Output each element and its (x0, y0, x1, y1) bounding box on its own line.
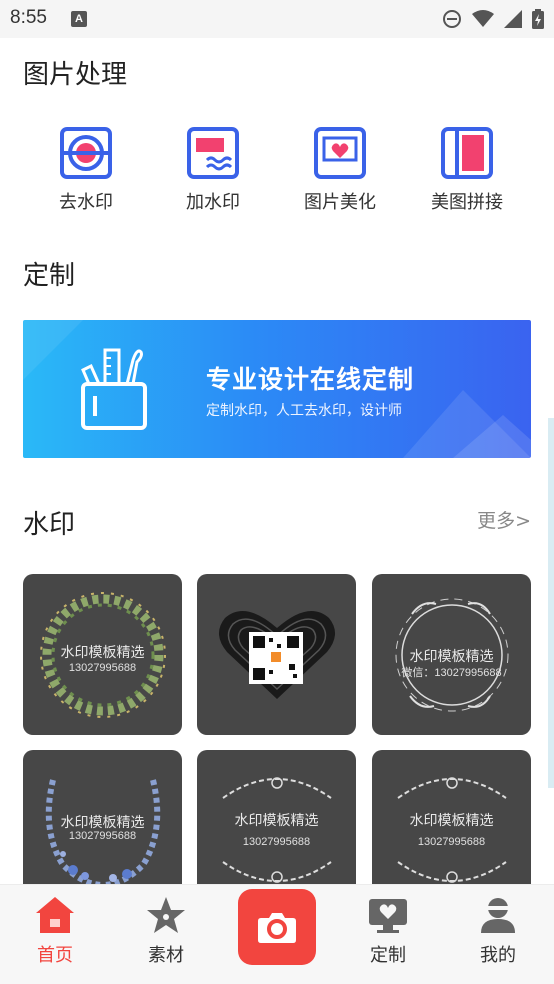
status-bar: 8:55 A (0, 0, 554, 38)
section-title-image-processing: 图片处理 (23, 60, 128, 90)
monitor-heart-icon (369, 899, 407, 933)
card-phone: 13027995688 (417, 836, 486, 848)
scrollbar[interactable] (548, 418, 554, 788)
card-phone: 微信：13027995688 (401, 667, 502, 679)
design-tools-icon (81, 348, 147, 430)
section-title-custom: 定制 (23, 261, 76, 291)
banner-subtitle: 定制水印，人工去水印，设计师 (206, 403, 402, 419)
nav-custom[interactable]: 定制 (343, 895, 433, 967)
card-title: 水印模板精选 (60, 815, 145, 831)
banner-title: 专业设计在线定制 (206, 365, 415, 394)
tool-remove-watermark[interactable]: 去水印 (34, 126, 138, 214)
card-phone: 13027995688 (68, 662, 137, 674)
do-not-disturb-icon (443, 10, 461, 28)
tool-label: 去水印 (59, 192, 113, 213)
custom-design-banner[interactable]: 专业设计在线定制 定制水印，人工去水印，设计师 (23, 320, 531, 458)
star-icon (147, 897, 185, 933)
card-title: 水印模板精选 (60, 645, 145, 661)
add-watermark-icon (187, 127, 239, 179)
nav-label: 素材 (148, 945, 184, 966)
tool-label: 加水印 (186, 192, 240, 213)
beautify-icon (314, 127, 366, 179)
watermark-template-card[interactable] (197, 574, 356, 735)
camera-button[interactable] (238, 889, 316, 965)
nav-label: 我的 (480, 945, 516, 966)
card-phone: 13027995688 (242, 836, 311, 848)
card-title: 水印模板精选 (409, 649, 494, 665)
watermark-template-card[interactable]: 水印模板精选 13027995688 (23, 574, 182, 735)
tool-label: 美图拼接 (431, 192, 503, 213)
tool-add-watermark[interactable]: 加水印 (161, 126, 265, 214)
nav-home[interactable]: 首页 (10, 895, 100, 967)
nav-label: 首页 (37, 945, 73, 966)
nav-mine[interactable]: 我的 (453, 895, 543, 967)
watermark-template-card[interactable]: 水印模板精选 微信：13027995688 (372, 574, 531, 735)
card-title: 水印模板精选 (409, 813, 494, 829)
collage-icon (441, 127, 493, 179)
cell-signal-icon (504, 10, 522, 28)
card-phone: 13027995688 (68, 830, 137, 842)
battery-charging-icon (532, 9, 544, 29)
nav-material[interactable]: 素材 (121, 895, 211, 967)
camera-icon (258, 913, 296, 943)
remove-watermark-icon (60, 127, 112, 179)
notification-icon: A (71, 11, 87, 27)
fingerprint-heart-qr-image (218, 610, 336, 699)
status-time: 8:55 (10, 7, 47, 28)
user-icon (481, 898, 515, 933)
more-link[interactable]: 更多> (477, 506, 531, 533)
card-title: 水印模板精选 (234, 813, 319, 829)
section-title-watermark: 水印 (23, 510, 76, 540)
nav-label: 定制 (370, 945, 406, 966)
wifi-icon (472, 10, 494, 27)
status-icons (442, 8, 544, 30)
home-icon (36, 897, 74, 933)
tool-collage[interactable]: 美图拼接 (415, 126, 519, 214)
tool-label: 图片美化 (304, 192, 376, 213)
tool-beautify[interactable]: 图片美化 (288, 126, 392, 214)
